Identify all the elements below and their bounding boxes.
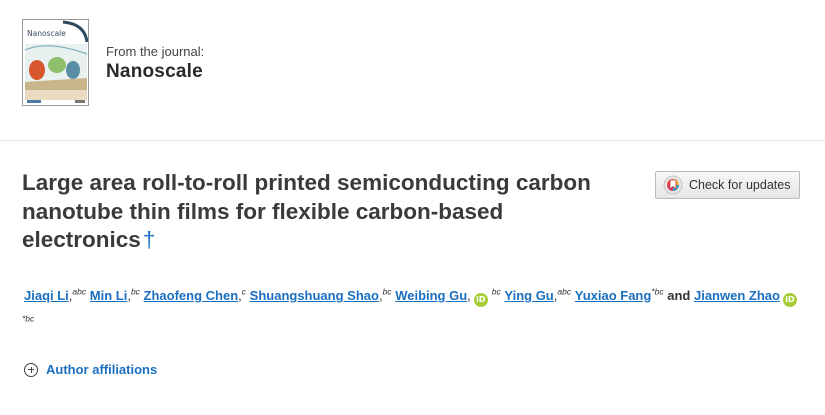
author-affiliation-marker: abc (72, 286, 87, 297)
article-title-text: Large area roll-to-roll printed semicond… (22, 170, 591, 252)
journal-cover-image[interactable]: Nanoscale (22, 19, 89, 106)
supplementary-info-link[interactable]: † (143, 227, 156, 252)
author-link[interactable]: Yuxiao Fang (575, 288, 652, 303)
author-link[interactable]: Min Li (90, 288, 128, 303)
author-affiliation-marker: bc (130, 286, 140, 297)
author-affiliation-marker: *bc (651, 286, 664, 297)
cover-title: Nanoscale (27, 29, 66, 38)
author-affiliation-marker: c (241, 286, 247, 297)
author-affiliations-label: Author affiliations (46, 362, 158, 377)
article-page: Nanoscale From the journal: Nanoscale La… (0, 0, 825, 415)
author-affiliation-marker: bc (382, 286, 392, 297)
author-link[interactable]: Ying Gu (504, 288, 553, 303)
author-affiliations-toggle[interactable]: Author affiliations (24, 362, 157, 377)
author-conjunction: and (667, 288, 691, 303)
author-affiliation-marker: *bc (22, 313, 35, 324)
journal-header: Nanoscale From the journal: Nanoscale (0, 0, 825, 141)
orcid-icon[interactable]: iD (782, 293, 797, 307)
orcid-icon[interactable]: iD (473, 293, 488, 307)
crossmark-icon (663, 175, 683, 195)
author-list: Jiaqi Li,abc Min Li,bc Zhaofeng Chen,c S… (22, 282, 802, 336)
author-link[interactable]: Zhaofeng Chen (144, 288, 239, 303)
check-for-updates-label: Check for updates (689, 178, 791, 192)
author-link[interactable]: Weibing Gu (395, 288, 467, 303)
author-link[interactable]: Shuangshuang Shao (250, 288, 379, 303)
journal-name[interactable]: Nanoscale (106, 61, 203, 83)
author-affiliation-marker: bc (491, 286, 501, 297)
author-separator: , (467, 288, 471, 303)
from-journal-label: From the journal: (106, 44, 205, 59)
plus-circle-icon (24, 362, 38, 377)
article-title: Large area roll-to-roll printed semicond… (22, 169, 642, 255)
author-affiliation-marker: abc (557, 286, 572, 297)
author-link[interactable]: Jianwen Zhao (694, 288, 780, 303)
check-for-updates-button[interactable]: Check for updates (655, 171, 800, 199)
author-link[interactable]: Jiaqi Li (24, 288, 69, 303)
